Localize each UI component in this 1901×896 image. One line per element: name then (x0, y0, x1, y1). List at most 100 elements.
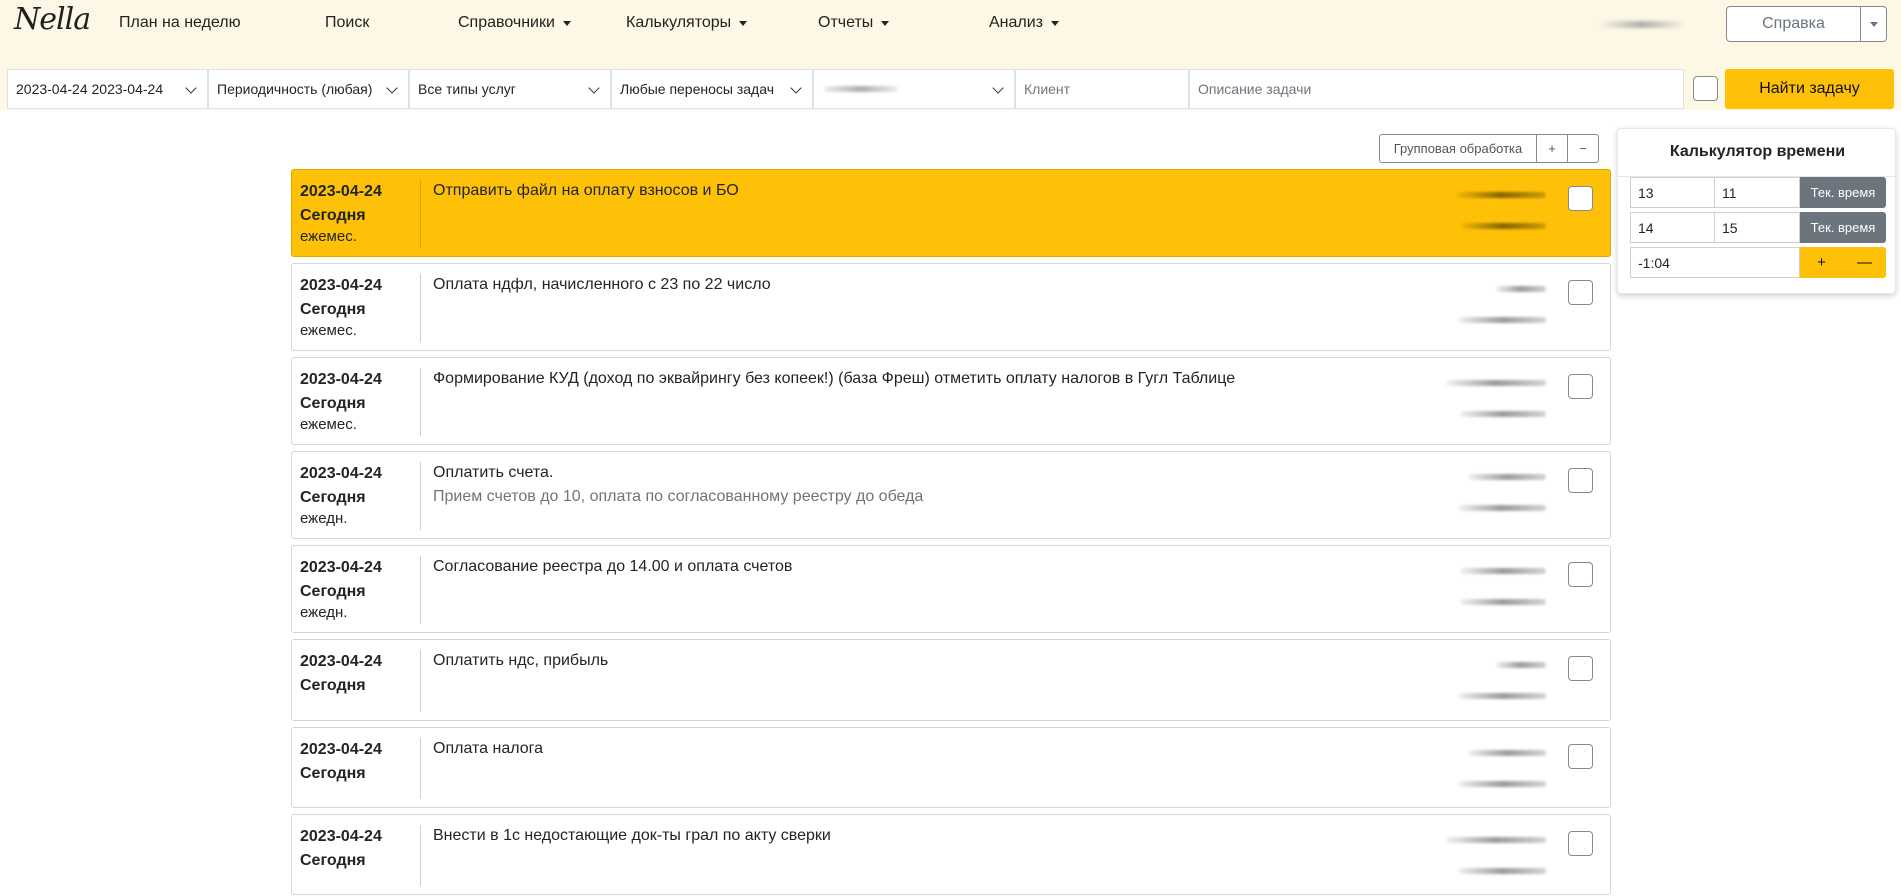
task-row[interactable]: 2023-04-24 Сегодня Оплатить ндс, прибыль (291, 639, 1611, 721)
caret-down-icon (739, 20, 748, 26)
task-day: Сегодня (300, 395, 366, 412)
periodicity-select[interactable]: Периодичность (любая) (208, 69, 409, 109)
time-calculator-result-row: -1:04 + — (1630, 247, 1886, 278)
task-checkbox[interactable] (1568, 831, 1593, 856)
task-row[interactable]: 2023-04-24 Сегодня ежемес. Формирование … (291, 357, 1611, 445)
task-title[interactable]: Оплата ндфл, начисленного с 23 по 22 чис… (433, 276, 771, 294)
task-checkbox[interactable] (1568, 374, 1593, 399)
group-collapse-button[interactable]: − (1568, 134, 1599, 163)
assignee-blurred (1496, 662, 1546, 668)
periodicity-value: Периодичность (любая) (217, 81, 373, 97)
minutes-input-1[interactable]: 11 (1715, 177, 1800, 208)
employee-select[interactable] (813, 69, 1015, 109)
task-title[interactable]: Согласование реестра до 14.00 и оплата с… (433, 558, 792, 576)
date-range-value: 2023-04-24 2023-04-24 (16, 81, 164, 97)
task-checkbox[interactable] (1568, 656, 1593, 681)
time-result-field[interactable]: -1:04 (1630, 247, 1800, 278)
task-description-input[interactable]: Описание задачи (1189, 69, 1684, 109)
task-row[interactable]: 2023-04-24 Сегодня ежемес. Оплата ндфл, … (291, 263, 1611, 351)
caret-down-icon (1051, 20, 1060, 26)
assignee-blurred (1468, 474, 1546, 480)
user-name-blurred[interactable] (1598, 21, 1686, 28)
nav-item-label: Отчеты (818, 14, 874, 31)
task-checkbox[interactable] (1568, 744, 1593, 769)
current-time-button-2[interactable]: Тек. время (1800, 212, 1886, 243)
client-input[interactable]: Клиент (1015, 69, 1189, 109)
group-expand-button[interactable]: + (1537, 134, 1568, 163)
client-placeholder: Клиент (1024, 81, 1071, 97)
task-period: ежемес. (300, 322, 357, 339)
filter-checkbox[interactable] (1693, 76, 1718, 101)
nav-item-label: Анализ (989, 14, 1044, 31)
group-processing-bar: Групповая обработка + − (1379, 134, 1599, 163)
task-date-value: 2023-04-24 (300, 653, 382, 670)
chevron-down-icon (790, 82, 802, 94)
nav-item-directories[interactable]: Справочники (458, 14, 571, 32)
brand-logo[interactable]: Nella (14, 2, 91, 37)
subtract-time-button[interactable]: — (1843, 247, 1886, 278)
task-date: 2023-04-24 Сегодня (300, 274, 382, 322)
caret-down-icon (562, 20, 571, 26)
current-time-button-1[interactable]: Тек. время (1800, 177, 1886, 208)
nav-item-calculators[interactable]: Калькуляторы (626, 14, 748, 32)
task-date-value: 2023-04-24 (300, 465, 382, 482)
client-blurred (1460, 599, 1546, 605)
employee-value-blurred (824, 86, 898, 92)
service-types-select[interactable]: Все типы услуг (409, 69, 611, 109)
task-day: Сегодня (300, 301, 366, 318)
task-checkbox[interactable] (1568, 280, 1593, 305)
task-row[interactable]: 2023-04-24 Сегодня ежемес. Отправить фай… (291, 169, 1611, 257)
transfers-select[interactable]: Любые переносы задач (611, 69, 813, 109)
task-date: 2023-04-24 Сегодня (300, 180, 382, 228)
help-button[interactable]: Справка (1726, 6, 1861, 42)
hours-input-1[interactable]: 13 (1630, 177, 1715, 208)
assignee-blurred (1460, 568, 1546, 574)
task-divider (420, 825, 421, 886)
chevron-down-icon (386, 82, 398, 94)
nav-item-weekly-plan[interactable]: План на неделю (119, 14, 241, 32)
task-row[interactable]: 2023-04-24 Сегодня ежедн. Согласование р… (291, 545, 1611, 633)
task-period: ежемес. (300, 416, 357, 433)
task-title[interactable]: Отправить файл на оплату взносов и БО (433, 182, 739, 200)
caret-down-icon (881, 20, 890, 26)
assignee-blurred (1446, 380, 1546, 386)
task-day: Сегодня (300, 583, 366, 600)
task-title[interactable]: Оплатить ндс, прибыль (433, 652, 608, 670)
help-dropdown-toggle[interactable] (1861, 6, 1887, 42)
task-divider (420, 556, 421, 624)
time-calculator-row-1: 13 11 Тек. время (1630, 177, 1886, 208)
assignee-blurred (1468, 750, 1546, 756)
chevron-down-icon (992, 82, 1004, 94)
task-checkbox[interactable] (1568, 562, 1593, 587)
task-row[interactable]: 2023-04-24 Сегодня Внести в 1с недостающ… (291, 814, 1611, 895)
client-blurred (1458, 868, 1546, 874)
task-day: Сегодня (300, 765, 366, 782)
add-time-button[interactable]: + (1800, 247, 1843, 278)
task-checkbox[interactable] (1568, 186, 1593, 211)
transfers-value: Любые переносы задач (620, 81, 774, 97)
task-title[interactable]: Оплата налога (433, 740, 543, 758)
task-row[interactable]: 2023-04-24 Сегодня ежедн. Оплатить счета… (291, 451, 1611, 539)
task-divider (420, 180, 421, 248)
minutes-input-2[interactable]: 15 (1715, 212, 1800, 243)
task-date: 2023-04-24 Сегодня (300, 738, 382, 786)
find-task-button[interactable]: Найти задачу (1725, 69, 1894, 109)
task-date-value: 2023-04-24 (300, 828, 382, 845)
nav-item-search[interactable]: Поиск (325, 14, 369, 32)
task-period: ежедн. (300, 510, 348, 527)
task-date: 2023-04-24 Сегодня (300, 556, 382, 604)
nav-item-label: Калькуляторы (626, 14, 732, 31)
task-period: ежемес. (300, 228, 357, 245)
task-day: Сегодня (300, 852, 366, 869)
hours-input-2[interactable]: 14 (1630, 212, 1715, 243)
task-checkbox[interactable] (1568, 468, 1593, 493)
task-title[interactable]: Оплатить счета. (433, 464, 553, 482)
nav-item-analysis[interactable]: Анализ (989, 14, 1060, 32)
task-divider (420, 274, 421, 342)
group-processing-button[interactable]: Групповая обработка (1379, 134, 1537, 163)
task-title[interactable]: Внести в 1с недостающие док-ты грал по а… (433, 827, 831, 845)
date-range-select[interactable]: 2023-04-24 2023-04-24 (7, 69, 208, 109)
nav-item-reports[interactable]: Отчеты (818, 14, 890, 32)
task-title[interactable]: Формирование КУД (доход по эквайрингу бе… (433, 370, 1235, 388)
task-row[interactable]: 2023-04-24 Сегодня Оплата налога (291, 727, 1611, 808)
